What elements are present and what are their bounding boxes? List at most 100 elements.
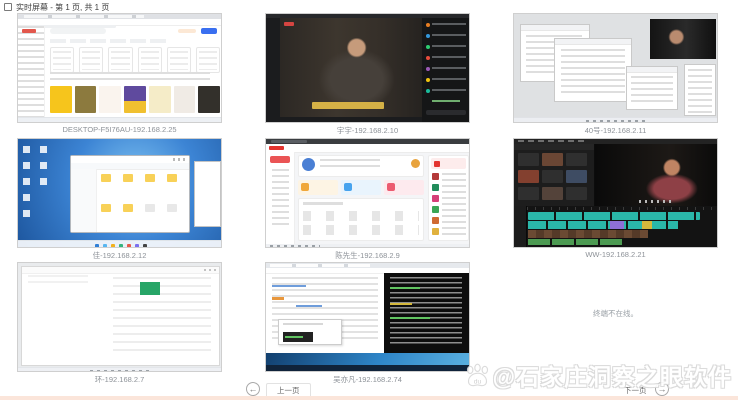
stats-table-card — [298, 198, 424, 241]
page-title: 实时屏幕 - 第 1 页, 共 1 页 — [16, 2, 109, 13]
site-logo — [22, 29, 36, 33]
stat-icon — [387, 183, 395, 191]
screen-cell-3[interactable]: 40号-192.168.2.11 — [513, 13, 718, 137]
window-header — [22, 267, 219, 274]
stat-card-blue — [341, 180, 381, 195]
panel-content — [688, 69, 712, 113]
prev-page-button[interactable]: ← — [246, 382, 260, 396]
screen-cell-7[interactable]: 环-192.168.2.7 — [17, 262, 222, 386]
poster-row — [50, 86, 220, 113]
chat-avatar — [426, 23, 430, 27]
folder-icon — [123, 174, 133, 182]
screen-thumbnail-video-stream[interactable] — [265, 13, 470, 123]
poster — [174, 86, 196, 113]
browser-tabs — [24, 15, 144, 18]
browser-tabs — [270, 264, 370, 267]
poster — [149, 86, 171, 113]
folder-icon — [123, 204, 133, 212]
screen-cell-5[interactable]: 陈先生-192.168.2.9 — [265, 138, 470, 262]
screen-thumbnail-video-editor[interactable] — [513, 138, 718, 248]
window-header — [521, 25, 589, 31]
monitor-app-window: 实时屏幕 - 第 1 页, 共 1 页 — [0, 0, 738, 400]
list-thumb — [432, 195, 439, 202]
screen-label: WW-192.168.2.21 — [513, 250, 718, 259]
list-text — [442, 173, 466, 235]
desktop-wallpaper — [266, 353, 470, 365]
template-card — [138, 47, 162, 73]
media-thumb — [566, 153, 587, 166]
alert-icon — [434, 161, 440, 167]
chat-input — [426, 110, 466, 115]
folder-icon — [101, 174, 111, 182]
media-tabs — [514, 144, 594, 150]
media-thumb — [518, 153, 539, 166]
watermark-text: @石家庄洞察之眼软件 — [493, 358, 732, 392]
file-icon — [145, 204, 155, 212]
taskbar — [18, 240, 222, 248]
screen-label: 40号-192.168.2.11 — [513, 125, 718, 136]
green-highlight-cell — [140, 282, 160, 295]
screen-cell-2[interactable]: 宇宇-192.168.2.10 — [265, 13, 470, 137]
folder-icon — [167, 174, 177, 182]
stat-card-red — [384, 180, 424, 195]
folder-grid — [101, 174, 185, 226]
clip-purple — [610, 221, 624, 229]
screen-label: 宇宇-192.168.2.10 — [265, 125, 470, 136]
taskbar-icons — [270, 245, 320, 248]
profile-avatar — [302, 158, 315, 171]
watermark: du @石家庄洞察之眼软件 — [464, 358, 732, 392]
list-thumb — [432, 184, 439, 191]
screen-thumbnail-admin-dashboard[interactable] — [265, 138, 470, 248]
tag-badge — [272, 297, 284, 300]
desktop-icons-column — [23, 146, 30, 226]
screen-label: 佳-192.168.2.12 — [17, 250, 222, 261]
explorer-nav-pane — [71, 169, 97, 232]
screen-label: DESKTOP-F5I76AU-192.168.2.25 — [17, 125, 222, 134]
popup-code-line — [285, 336, 303, 338]
screen-thumbnail-design-site[interactable] — [17, 13, 222, 123]
stat-values-row — [303, 225, 419, 235]
screen-thumbnail-document[interactable] — [17, 262, 222, 372]
clip-yellow — [642, 221, 652, 229]
timeline-filmstrip — [528, 230, 648, 238]
taskbar — [18, 117, 222, 123]
transport-controls — [639, 200, 675, 203]
screen-thumbnail-code-terminal[interactable] — [265, 262, 470, 372]
taskbar-icon — [111, 244, 115, 248]
alert-card — [431, 158, 466, 169]
screen-cell-8[interactable]: 吴亦凡-192.168.2.74 — [265, 262, 470, 386]
link-text — [296, 305, 322, 307]
screen-cell-6[interactable]: WW-192.168.2.21 — [513, 138, 718, 262]
background-window — [194, 161, 221, 227]
popup-window — [278, 319, 342, 345]
taskbar — [18, 367, 222, 372]
table-rows — [113, 277, 211, 353]
folder-icon — [101, 204, 111, 212]
media-thumb — [518, 170, 539, 183]
channel-logo — [284, 22, 294, 26]
terminal-green-line — [390, 317, 430, 319]
chat-message-green — [432, 100, 460, 102]
subtitle-bar — [312, 102, 384, 109]
window-header — [555, 39, 631, 45]
site-topbar — [266, 144, 470, 153]
site-primary-button — [201, 28, 217, 34]
titlebar: 实时屏幕 - 第 1 页, 共 1 页 — [0, 0, 738, 13]
media-thumb — [542, 187, 563, 200]
list-thumb — [432, 173, 439, 180]
screen-thumbnail-win11-explorer[interactable] — [17, 138, 222, 248]
site-sidebar — [18, 26, 45, 117]
site-search-bar — [50, 28, 106, 34]
arrow-left-icon: ← — [249, 384, 258, 394]
taskbar-icon — [127, 244, 131, 248]
media-thumb — [518, 187, 539, 200]
window-icon — [4, 3, 12, 11]
list-thumb — [432, 206, 439, 213]
screen-thumbnail-desktop-windows[interactable] — [513, 13, 718, 123]
poster — [198, 86, 220, 113]
screen-cell-4[interactable]: 佳-192.168.2.12 — [17, 138, 222, 262]
screen-cell-1[interactable]: DESKTOP-F5I76AU-192.168.2.25 — [17, 13, 222, 137]
template-card — [108, 47, 132, 73]
chat-messages — [432, 23, 466, 95]
taskbar-icon — [135, 244, 139, 248]
